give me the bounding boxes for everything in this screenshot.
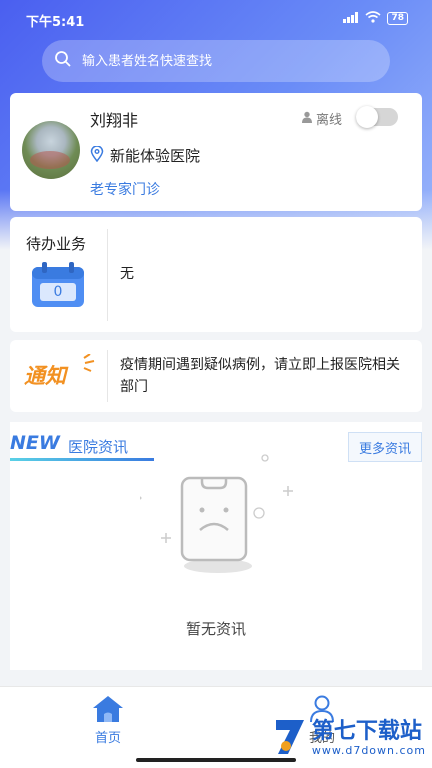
news-badge: NEW: [10, 432, 60, 454]
online-status-label: 离线: [315, 113, 342, 128]
todo-card[interactable]: 待办业务 0 无: [10, 217, 422, 332]
notice-divider: [107, 350, 108, 402]
wifi-icon: [365, 11, 381, 26]
online-toggle[interactable]: [356, 106, 398, 128]
status-time: 下午5:41: [26, 15, 85, 30]
location-icon: [90, 144, 104, 166]
todo-count: 0: [54, 284, 63, 300]
calendar-icon: 0: [30, 261, 86, 309]
toggle-knob: [356, 106, 378, 128]
tab-home[interactable]: 首页: [68, 695, 148, 746]
empty-state-icon: [138, 452, 300, 586]
home-icon: [68, 695, 148, 723]
more-news-button[interactable]: 更多资讯: [348, 432, 422, 462]
news-underline: [10, 458, 154, 461]
todo-content: 无: [120, 266, 134, 282]
hospital-name: 新能体验医院: [110, 147, 201, 165]
watermark-logo-icon: [272, 716, 308, 760]
battery-icon: 78: [387, 12, 408, 25]
watermark-text-group: 第七下载站 www.d7down.com: [311, 718, 426, 757]
online-status: 离线: [301, 109, 342, 128]
watermark-url: www.d7down.com: [311, 743, 426, 757]
notice-text: 疫情期间遇到疑似病例，请立即上报医院相关部门: [120, 357, 400, 395]
clinic-link[interactable]: 老专家门诊: [90, 179, 160, 199]
doctor-name: 刘翔非: [90, 111, 139, 130]
status-bar: 下午5:41 78: [0, 0, 432, 36]
search-input[interactable]: [82, 53, 342, 69]
watermark-title: 第七下载站: [311, 718, 422, 744]
search-icon: [54, 50, 82, 72]
todo-divider: [107, 229, 108, 321]
avatar[interactable]: [22, 121, 80, 179]
hospital-row: 新能体验医院: [90, 144, 201, 166]
todo-title: 待办业务: [26, 235, 87, 253]
watermark: 第七下载站 www.d7down.com: [272, 716, 426, 760]
signal-icon: [343, 11, 359, 26]
notice-logo: 通知: [24, 364, 66, 388]
person-icon: [301, 111, 313, 127]
tab-home-label: 首页: [94, 731, 121, 746]
megaphone-rays-icon: [82, 353, 98, 376]
news-label: 医院资讯: [68, 438, 129, 456]
status-icons: 78: [343, 11, 408, 26]
news-section: NEW 医院资讯 更多资讯 暂无资讯: [10, 422, 422, 670]
profile-card: 刘翔非 离线 新能体验医院 老专家门诊: [10, 93, 422, 211]
search-bar[interactable]: [42, 40, 390, 82]
notice-card[interactable]: 通知 疫情期间遇到疑似病例，请立即上报医院相关部门: [10, 340, 422, 412]
empty-news-text: 暂无资讯: [185, 620, 246, 638]
